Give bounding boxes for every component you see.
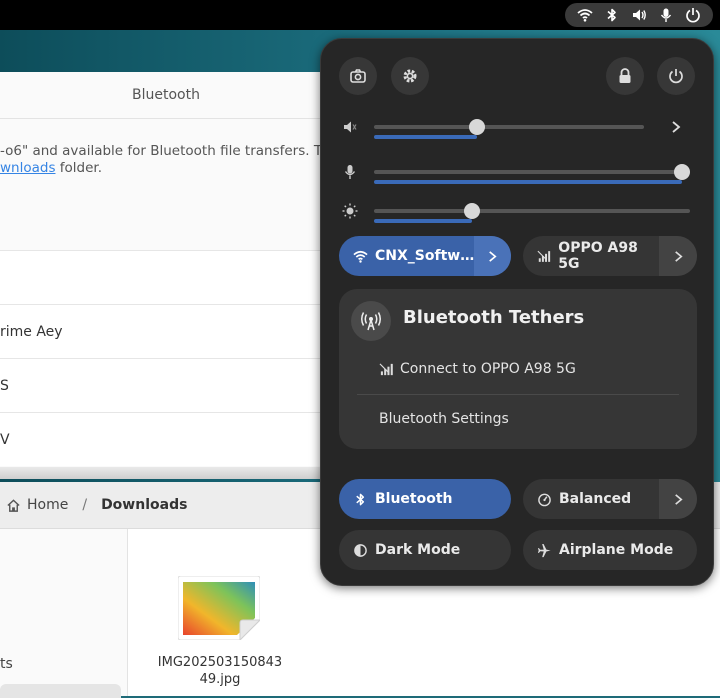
sidebar-item[interactable]: ts [0, 656, 13, 672]
volume-slider[interactable] [341, 115, 697, 139]
breadcrumb-current[interactable]: Downloads [101, 497, 187, 513]
settings-icon [403, 69, 417, 83]
brightness-fill [374, 219, 472, 223]
system-status-menu[interactable] [565, 3, 713, 27]
file-name-line-1: IMG202503150843 [157, 655, 283, 670]
volume-icon [632, 9, 646, 21]
description-suffix: folder. [55, 160, 103, 176]
power-icon [669, 69, 683, 84]
dark-mode-toggle[interactable]: Dark Mode [339, 530, 511, 570]
dark-mode-main[interactable]: Dark Mode [339, 530, 511, 570]
wifi-menu-arrow[interactable] [474, 236, 511, 276]
volume-track [374, 119, 644, 139]
image-thumbnail[interactable] [177, 575, 262, 642]
quick-settings-panel: CNX_Softw… OPPO A98 5G Bluetooth Tethers… [320, 38, 714, 586]
screenshot-button[interactable] [339, 57, 377, 95]
menu-divider [357, 394, 679, 395]
bluetooth-icon [356, 493, 365, 505]
downloads-link[interactable]: wnloads [0, 160, 55, 176]
airplane-mode-main[interactable]: Airplane Mode [523, 530, 697, 570]
brightness-slider[interactable] [341, 199, 697, 223]
screenshot-icon [350, 69, 366, 83]
home-icon [7, 498, 20, 512]
microphone-icon [344, 165, 356, 179]
wifi-icon [353, 250, 368, 263]
microphone-fill [374, 180, 682, 184]
connect-label: Connect to OPPO A98 5G [400, 361, 576, 377]
chevron-right-icon [489, 250, 497, 262]
mobile-label: OPPO A98 5G [558, 240, 638, 272]
airplane-mode-toggle[interactable]: Airplane Mode [523, 530, 697, 570]
file-name-line-2: 49.jpg [199, 672, 241, 687]
wifi-label: CNX_Softw… [375, 248, 475, 264]
mobile-toggle-main[interactable]: OPPO A98 5G [523, 236, 659, 276]
device-name: S [0, 377, 9, 394]
breadcrumb-separator: / [82, 497, 88, 513]
chevron-right-icon[interactable] [669, 120, 683, 134]
microphone-knob[interactable] [674, 164, 690, 180]
device-name: rime Aey [0, 323, 63, 340]
file-name[interactable]: IMG202503150843 49.jpg [150, 654, 290, 688]
power-off-button[interactable] [657, 57, 695, 95]
airplane-icon [537, 543, 551, 557]
power-mode-toggle[interactable]: Balanced [523, 479, 697, 519]
bluetooth-tethers-menu: Bluetooth Tethers Connect to OPPO A98 5G… [339, 289, 697, 449]
settings-button[interactable] [391, 57, 429, 95]
cellular-signal-icon [379, 362, 393, 375]
microphone-track [374, 164, 690, 184]
wifi-icon [577, 9, 593, 22]
volume-fill [374, 135, 477, 139]
hotspot-icon [361, 312, 381, 331]
wifi-toggle[interactable]: CNX_Softw… [339, 236, 511, 276]
mobile-menu-arrow[interactable] [659, 236, 697, 276]
brightness-knob[interactable] [463, 203, 480, 219]
bluetooth-toggle[interactable]: Bluetooth [339, 479, 511, 519]
submenu-title: Bluetooth Tethers [403, 307, 585, 328]
brightness-track [374, 203, 690, 223]
lock-icon [619, 68, 631, 83]
power-icon [686, 8, 701, 23]
hotspot-icon-wrap [351, 301, 391, 341]
wifi-toggle-main[interactable]: CNX_Softw… [339, 236, 474, 276]
volume-low-icon [344, 121, 357, 133]
device-name: V [0, 431, 10, 448]
dark-mode-label: Dark Mode [375, 542, 461, 558]
bluetooth-settings-item[interactable]: Bluetooth Settings [379, 411, 509, 427]
power-profile-icon [538, 493, 551, 506]
power-mode-main[interactable]: Balanced [523, 479, 659, 519]
microphone-icon [661, 8, 672, 22]
bluetooth-label: Bluetooth [375, 491, 453, 507]
bluetooth-icon [607, 8, 616, 22]
bluetooth-toggle-main[interactable]: Bluetooth [339, 479, 511, 519]
mobile-data-toggle[interactable]: OPPO A98 5G [523, 236, 697, 276]
dark-mode-icon [354, 543, 367, 557]
power-mode-menu-arrow[interactable] [659, 479, 697, 519]
chevron-right-icon [674, 250, 683, 262]
microphone-slider[interactable] [341, 160, 697, 184]
volume-knob[interactable] [468, 119, 485, 135]
files-sidebar: ts [0, 529, 128, 698]
connect-oppo-item[interactable]: Connect to OPPO A98 5G [379, 361, 576, 377]
chevron-right-icon [674, 493, 683, 505]
airplane-mode-label: Airplane Mode [559, 542, 674, 558]
lock-button[interactable] [606, 57, 644, 95]
brightness-icon [342, 203, 358, 219]
power-mode-label: Balanced [559, 491, 632, 507]
breadcrumb-home[interactable]: Home [27, 497, 68, 513]
cellular-signal-icon [537, 250, 551, 262]
top-bar [0, 0, 720, 30]
